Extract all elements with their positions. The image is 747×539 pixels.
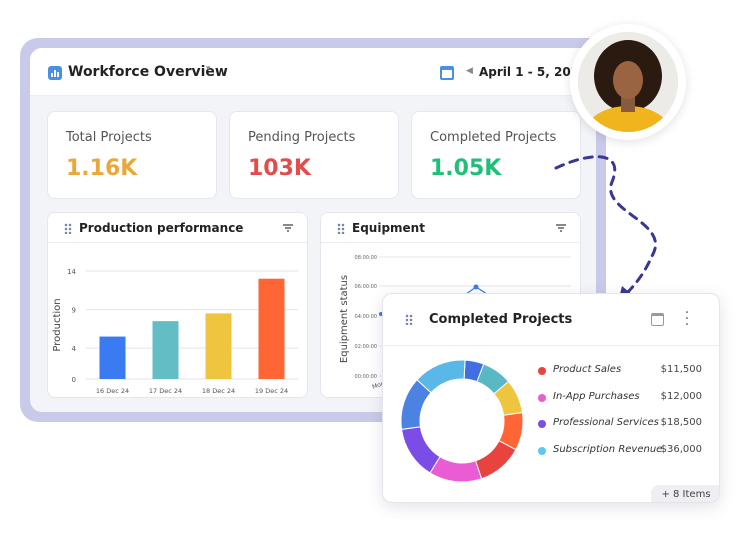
- card-header: Completed Projects · · ·: [383, 294, 719, 346]
- legend-item: Product Sales $11,500: [538, 364, 708, 378]
- legend-item: Professional Services $18,500: [538, 417, 708, 431]
- legend-dot: [538, 394, 546, 402]
- legend-label: In-App Purchases: [553, 391, 640, 402]
- more-items-button[interactable]: + 8 Items: [651, 485, 719, 502]
- legend-amount: $11,500: [660, 364, 702, 375]
- donut-slice: [474, 440, 517, 480]
- donut-slice: [401, 426, 441, 474]
- legend-dot: [538, 420, 546, 428]
- legend-label: Product Sales: [553, 364, 622, 375]
- legend-label: Professional Services: [553, 417, 659, 428]
- legend-label: Subscription Revenue: [553, 444, 663, 455]
- legend-dot: [538, 447, 546, 455]
- card-title: Completed Projects: [429, 312, 573, 327]
- avatar-photo: [578, 32, 678, 132]
- legend-amount: $36,000: [660, 444, 702, 455]
- donut-chart: [400, 359, 524, 483]
- calendar-icon[interactable]: [651, 313, 664, 326]
- drag-handle-icon[interactable]: [405, 314, 413, 325]
- completed-projects-card: Completed Projects · · · Product Sales $11…: [382, 293, 720, 503]
- legend-amount: $12,000: [660, 391, 702, 402]
- more-vertical-icon[interactable]: · · ·: [683, 306, 691, 332]
- legend-dot: [538, 367, 546, 375]
- legend-amount: $18,500: [660, 417, 702, 428]
- legend-item: Subscription Revenue $36,000: [538, 444, 708, 458]
- avatar[interactable]: [570, 24, 686, 140]
- legend-item: In-App Purchases $12,000: [538, 391, 708, 405]
